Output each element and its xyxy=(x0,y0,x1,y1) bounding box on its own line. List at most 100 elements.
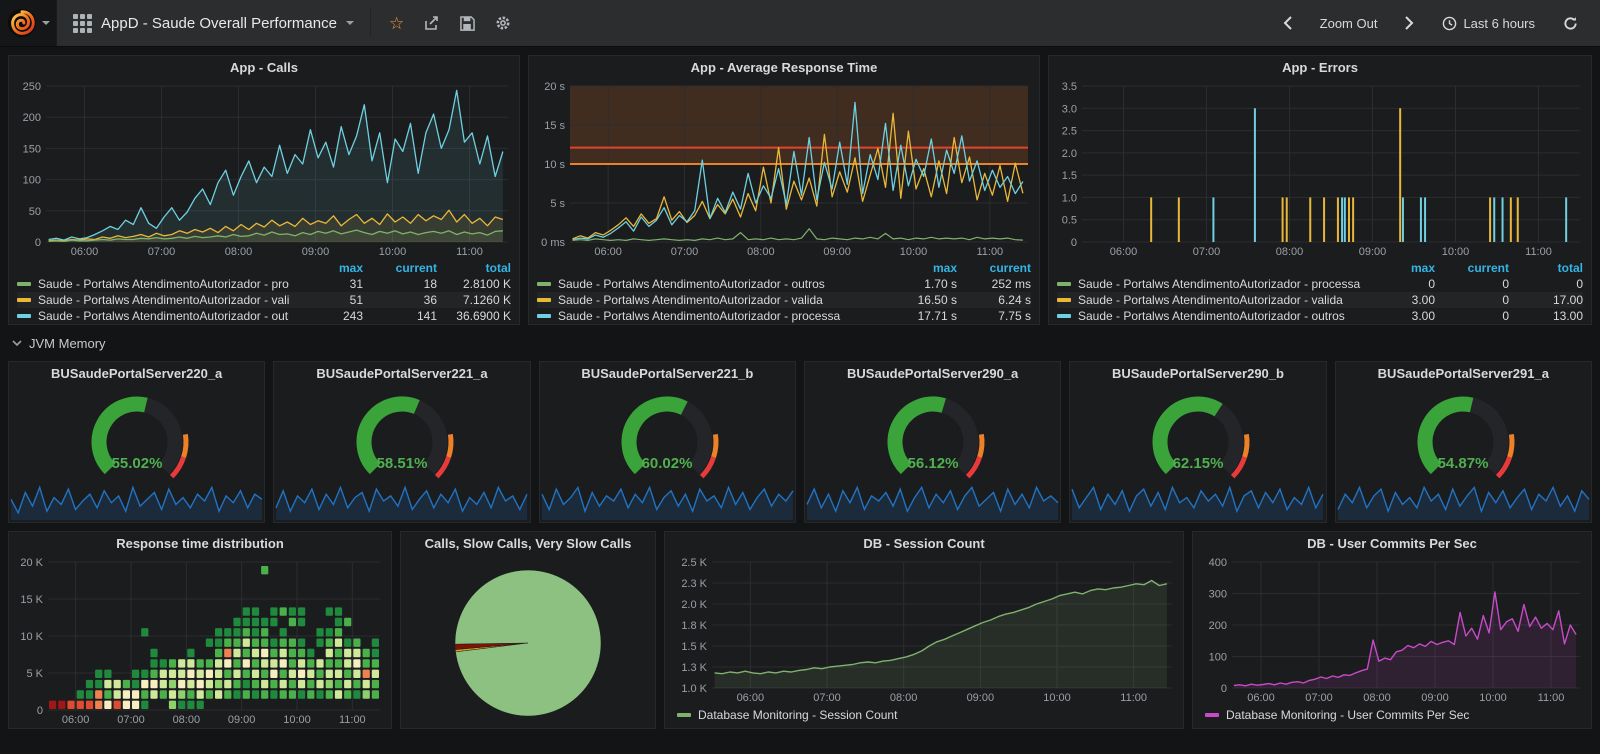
svg-text:06:00: 06:00 xyxy=(594,246,622,258)
gauge-title[interactable]: BUSaudePortalServer290_b xyxy=(1070,362,1325,386)
legend-series-toggle[interactable]: Saude - Portalws AtendimentoAutorizador … xyxy=(537,292,883,308)
svg-text:150: 150 xyxy=(23,143,41,155)
dashboard-title-dropdown[interactable]: AppD - Saude Overall Performance xyxy=(57,0,370,46)
time-back-button[interactable] xyxy=(1277,15,1298,31)
legend-series-toggle[interactable]: Saude - Portalws AtendimentoAutorizador … xyxy=(17,292,289,308)
avg-response-time-legend: max current Saude - Portalws AtendimentoAu… xyxy=(529,260,1039,324)
svg-text:300: 300 xyxy=(1209,589,1227,601)
app-errors-chart[interactable]: 0 0.5 1.0 1.5 2.0 2.5 3.0 3.5 06:00 07:00 08:00 09:… xyxy=(1052,80,1588,258)
svg-text:06:00: 06:00 xyxy=(1110,246,1138,258)
zoom-out-button[interactable]: Zoom Out xyxy=(1314,15,1384,32)
legend-value: 0 xyxy=(1428,277,1435,291)
svg-text:08:00: 08:00 xyxy=(747,246,775,258)
gauge-title[interactable]: BUSaudePortalServer220_a xyxy=(9,362,264,386)
legend-value: 6.24 s xyxy=(998,293,1031,307)
panel-title-heatmap[interactable]: Response time distribution xyxy=(9,532,391,556)
legend-series-toggle[interactable]: Saude - Portalws AtendimentoAutorizador … xyxy=(17,308,289,324)
legend-value: 0 xyxy=(1576,277,1583,291)
legend-header: max current xyxy=(932,261,1031,275)
gauge-title[interactable]: BUSaudePortalServer221_a xyxy=(274,362,529,386)
svg-text:54.87%: 54.87% xyxy=(1438,455,1489,472)
svg-text:08:00: 08:00 xyxy=(1363,692,1391,704)
gauge-title[interactable]: BUSaudePortalServer221_b xyxy=(540,362,795,386)
legend-label: Database Monitoring - User Commits Per S… xyxy=(1226,708,1470,722)
legend-series-toggle[interactable]: Saude - Portalws AtendimentoAutorizador … xyxy=(1057,292,1361,308)
panel-title-user-commits[interactable]: DB - User Commits Per Sec xyxy=(1193,532,1591,556)
legend-series-toggle[interactable]: Saude - Portalws AtendimentoAutorizador … xyxy=(17,276,289,292)
svg-text:07:00: 07:00 xyxy=(1193,246,1221,258)
svg-text:08:00: 08:00 xyxy=(173,714,201,726)
svg-text:09:00: 09:00 xyxy=(967,692,995,704)
time-range-label: Last 6 hours xyxy=(1463,15,1535,31)
avg-response-time-chart[interactable]: 0 ms 5 s 10 s 15 s 20 s 06:00 07:00 08:00 09:00 1… xyxy=(532,80,1036,258)
legend-label: Database Monitoring - Session Count xyxy=(698,708,898,722)
svg-text:11:00: 11:00 xyxy=(976,246,1003,258)
star-button[interactable]: ☆ xyxy=(389,15,404,32)
jvm-sparkline xyxy=(10,485,263,520)
legend-series-toggle[interactable]: Saude - Portalws AtendimentoAutorizador … xyxy=(1057,308,1361,324)
svg-text:1.0 K: 1.0 K xyxy=(681,683,707,695)
calls-pie-chart[interactable] xyxy=(404,556,652,726)
time-forward-button[interactable] xyxy=(1399,15,1420,31)
panel-title-avg-response-time[interactable]: App - Average Response Time xyxy=(529,56,1039,80)
panel-app-calls: App - Calls 0 50 100 150 200 250 06:00 07:00 08:… xyxy=(8,55,520,325)
db-user-commits-legend[interactable]: Database Monitoring - User Commits Per S… xyxy=(1193,704,1591,726)
top-row: App - Calls 0 50 100 150 200 250 06:00 07:00 08:… xyxy=(8,55,1592,325)
legend-value: 17.71 s xyxy=(917,309,957,323)
jvm-gauge[interactable]: 60.02% xyxy=(589,386,745,480)
settings-button[interactable] xyxy=(495,15,511,31)
jvm-gauge[interactable]: 62.15% xyxy=(1120,386,1276,480)
legend-row: Saude - Portalws AtendimentoAutorizador … xyxy=(1057,292,1583,308)
app-calls-chart[interactable]: 0 50 100 150 200 250 06:00 07:00 08:00 09:00 10:00… xyxy=(12,80,516,258)
svg-text:0.5: 0.5 xyxy=(1062,215,1077,227)
legend-value: 252 ms xyxy=(991,277,1031,291)
refresh-icon xyxy=(1564,16,1577,30)
panel-title-app-calls[interactable]: App - Calls xyxy=(9,56,519,80)
legend-value: 3.00 xyxy=(1411,293,1435,307)
save-button[interactable] xyxy=(460,15,476,31)
share-button[interactable] xyxy=(424,15,440,31)
jvm-gauge[interactable]: 55.02% xyxy=(59,386,215,480)
dashboard-actions: ☆ xyxy=(369,9,529,37)
db-session-count-legend[interactable]: Database Monitoring - Session Count xyxy=(665,704,1183,726)
jvm-gauge[interactable]: 58.51% xyxy=(324,386,480,480)
grafana-menu-button[interactable] xyxy=(0,0,57,46)
gauge-title[interactable]: BUSaudePortalServer290_a xyxy=(805,362,1060,386)
panel-title-app-errors[interactable]: App - Errors xyxy=(1049,56,1591,80)
svg-text:62.15%: 62.15% xyxy=(1173,455,1224,472)
db-session-count-chart[interactable]: 1.0 K 1.3 K 1.5 K 1.8 K 2.0 K 2.3 K 2.5 K 06:00… xyxy=(668,556,1180,704)
panel-calls-pie: Calls, Slow Calls, Very Slow Calls xyxy=(400,531,656,729)
panel-gauge-290b: BUSaudePortalServer290_b 62.15% xyxy=(1069,361,1327,523)
time-range-picker[interactable]: Last 6 hours xyxy=(1436,15,1541,32)
refresh-button[interactable] xyxy=(1557,15,1584,32)
response-time-heatmap[interactable]: 0 5 K 10 K 15 K 20 K 06:00 07:00 08:00 09:00 10:0… xyxy=(12,556,388,726)
svg-text:2.5 K: 2.5 K xyxy=(681,557,707,569)
legend-series-toggle[interactable]: Saude - Portalws AtendimentoAutorizador … xyxy=(537,308,883,324)
panel-title-session-count[interactable]: DB - Session Count xyxy=(665,532,1183,556)
legend-series-toggle[interactable]: Saude - Portalws AtendimentoAutorizador … xyxy=(537,276,883,292)
dashboard-body: App - Calls 0 50 100 150 200 250 06:00 07:00 08:… xyxy=(0,47,1600,745)
jvm-gauge[interactable]: 56.12% xyxy=(855,386,1011,480)
svg-text:07:00: 07:00 xyxy=(813,692,841,704)
time-controls: Zoom Out Last 6 hours xyxy=(1277,15,1600,32)
svg-text:06:00: 06:00 xyxy=(71,246,99,258)
svg-text:3.5: 3.5 xyxy=(1062,81,1077,93)
jvm-memory-row-toggle[interactable]: JVM Memory xyxy=(12,335,1592,351)
panel-avg-response-time: App - Average Response Time 0 ms 5 s 10 s 1… xyxy=(528,55,1040,325)
panel-title-pie[interactable]: Calls, Slow Calls, Very Slow Calls xyxy=(401,532,655,556)
legend-series-toggle[interactable]: Saude - Portalws AtendimentoAutorizador … xyxy=(1057,276,1361,292)
svg-text:0: 0 xyxy=(1071,237,1077,249)
db-user-commits-chart[interactable]: 0 100 200 300 400 06:00 07:00 08:00 09:00 10:00 11… xyxy=(1196,556,1588,704)
share-icon xyxy=(425,16,439,30)
jvm-gauge[interactable]: 54.87% xyxy=(1385,386,1541,480)
gauge-title[interactable]: BUSaudePortalServer291_a xyxy=(1336,362,1591,386)
panel-response-time-distribution: Response time distribution 0 5 K 10 K 15 K 2… xyxy=(8,531,392,729)
legend-color-dash xyxy=(1057,282,1071,286)
svg-text:08:00: 08:00 xyxy=(890,692,918,704)
svg-text:11:00: 11:00 xyxy=(339,714,366,726)
svg-text:07:00: 07:00 xyxy=(148,246,176,258)
legend-value: 51 xyxy=(349,293,363,307)
svg-text:0: 0 xyxy=(35,237,41,249)
legend-value: 1.70 s xyxy=(924,277,957,291)
svg-text:10:00: 10:00 xyxy=(283,714,311,726)
